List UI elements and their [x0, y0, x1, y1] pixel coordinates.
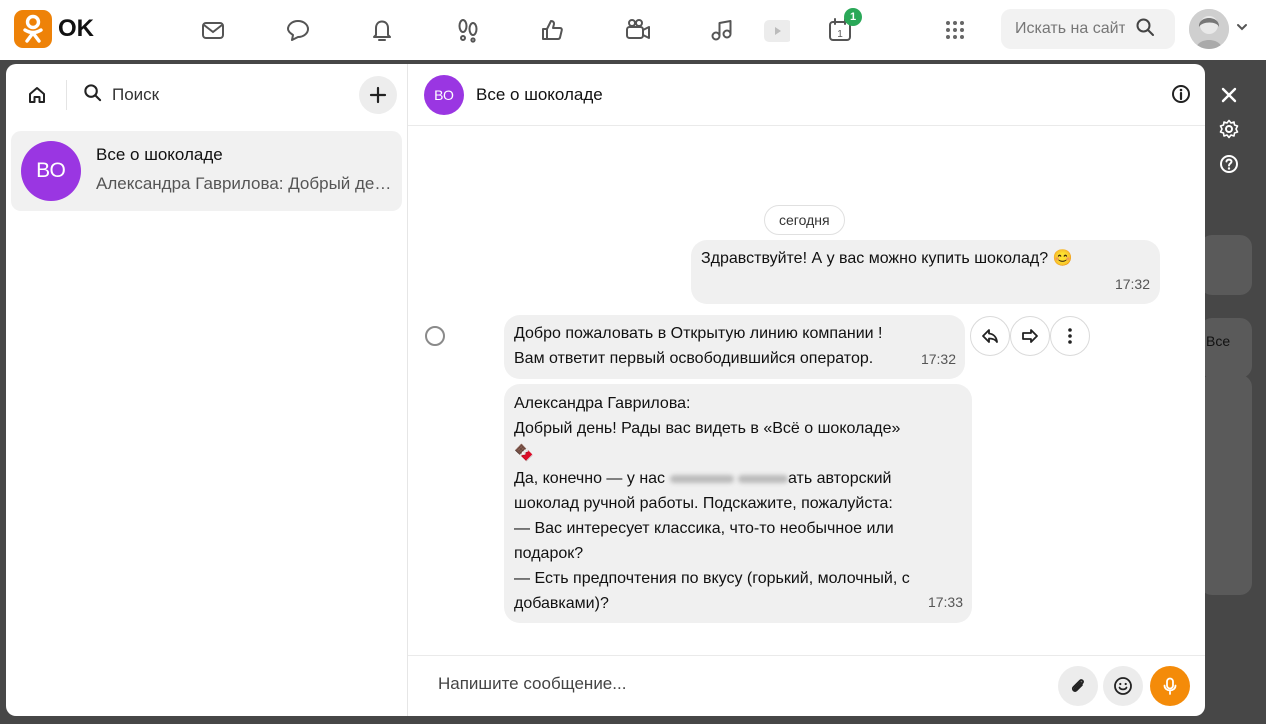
message-fragment: ать авторский [787, 470, 892, 487]
message-time: 17:33 [927, 594, 963, 610]
conversation-item[interactable]: ВО Все о шоколаде Александра Гаврилова: … [11, 131, 402, 211]
message-text: Здравствуйте! А у вас можно купить шокол… [701, 250, 1073, 267]
chat-avatar[interactable]: ВО [424, 74, 464, 115]
message-line: Добрый день! Рады вас видеть в «Всё о шо… [514, 420, 901, 437]
message-line: Добро пожаловать в Открытую линию компан… [514, 325, 883, 342]
top-navigation-bar: OK 1 1 [0, 0, 1284, 60]
message-line: шоколад ручной работы. Подскажите, пожал… [514, 491, 962, 516]
search-icon [83, 83, 102, 107]
message-author: Александра Гаврилова: [514, 395, 691, 412]
conversation-search-label: Поиск [112, 85, 160, 104]
video-play-icon[interactable] [760, 14, 792, 46]
more-vertical-icon [1068, 328, 1072, 344]
message-fragment: Подскажите, пожалуйста: [702, 495, 893, 512]
music-icon[interactable] [706, 14, 738, 46]
search-icon[interactable] [1135, 17, 1155, 42]
svg-text:1: 1 [837, 29, 843, 40]
incoming-message[interactable]: Добро пожаловать в Открытую линию компан… [504, 315, 965, 379]
conversation-list-header: Поиск [6, 64, 407, 126]
smile-icon [1114, 677, 1132, 695]
site-search-input[interactable] [1015, 20, 1125, 38]
discussions-icon[interactable] [282, 14, 314, 46]
message-fragment: Да, конечно — у нас [514, 470, 666, 487]
apps-grid-icon[interactable] [939, 14, 971, 46]
message-fragment: шоколад ручной работы. [514, 495, 699, 512]
message-input[interactable] [438, 674, 998, 694]
logo-text: OK [58, 15, 94, 42]
message-line: — Вас интересует классика, что-то необыч… [514, 520, 894, 537]
forward-icon [1022, 329, 1038, 343]
chat-header: ВО Все о шоколаде [408, 64, 1205, 126]
voice-message-button[interactable] [1150, 666, 1190, 706]
site-search[interactable] [1001, 9, 1175, 49]
paperclip-icon [1071, 679, 1084, 692]
help-icon[interactable] [1217, 152, 1241, 176]
more-options-button[interactable] [1050, 316, 1090, 356]
close-icon[interactable] [1217, 83, 1241, 107]
forward-button[interactable] [1010, 316, 1050, 356]
incoming-message[interactable]: Александра Гаврилова: Добрый день! Рады … [504, 384, 972, 623]
message-time: 17:32 [920, 351, 956, 367]
message-line: Вам ответит первый освободившийся операт… [514, 350, 874, 367]
blurred-text [737, 474, 788, 483]
chevron-down-icon[interactable] [1235, 20, 1249, 39]
message-line: Да, конечно — у нас ать авторский [514, 466, 962, 491]
guests-footprints-icon[interactable] [452, 14, 484, 46]
chat-title[interactable]: Все о шоколаде [476, 85, 603, 105]
select-message-radio[interactable] [425, 326, 445, 346]
chocolate-emoji: 🍫 [514, 445, 534, 462]
message-line: добавками)? [514, 595, 609, 612]
background-card [1200, 375, 1252, 595]
conversation-preview: Александра Гаврилова: Добрый день! Рады … [96, 174, 396, 193]
info-icon[interactable] [1171, 84, 1191, 109]
message-line: подарок? [514, 545, 584, 562]
conversation-list-panel: Поиск ВО Все о шоколаде Александра Гаври… [6, 64, 408, 716]
mail-icon[interactable] [197, 14, 229, 46]
scrollbar-track [1266, 60, 1284, 724]
likes-icon[interactable] [536, 14, 568, 46]
message-line: — Есть предпочтения по вкусу (горький, м… [514, 570, 910, 587]
ok-logo[interactable]: OK [14, 10, 94, 48]
calendar-icon[interactable]: 1 1 [824, 8, 862, 46]
divider [66, 80, 67, 110]
conversation-avatar: ВО [21, 141, 81, 201]
microphone-icon [1163, 677, 1177, 695]
reply-button[interactable] [970, 316, 1010, 356]
background-card [1200, 235, 1252, 295]
chat-panel: ВО Все о шоколаде сегодня Здравствуйте! … [408, 64, 1205, 716]
message-time: 17:32 [1114, 276, 1150, 292]
home-icon[interactable] [26, 84, 48, 106]
background-text: Все [1206, 333, 1231, 349]
conversation-search[interactable]: Поиск [83, 83, 159, 107]
conversation-title: Все о шоколаде [96, 145, 223, 164]
attach-button[interactable] [1058, 666, 1098, 706]
video-camera-icon[interactable] [622, 14, 654, 46]
ok-logo-icon [14, 10, 52, 48]
new-chat-button[interactable] [359, 76, 397, 114]
message-composer [408, 655, 1205, 716]
messenger-window: Поиск ВО Все о шоколаде Александра Гаври… [6, 64, 1205, 716]
calendar-badge: 1 [844, 8, 862, 26]
blurred-text [669, 474, 734, 483]
settings-gear-icon[interactable] [1217, 117, 1241, 141]
outgoing-message[interactable]: Здравствуйте! А у вас можно купить шокол… [691, 240, 1160, 304]
user-avatar[interactable] [1189, 9, 1229, 49]
reply-icon [982, 329, 998, 343]
emoji-button[interactable] [1103, 666, 1143, 706]
date-separator: сегодня [764, 205, 845, 235]
notifications-icon[interactable] [366, 14, 398, 46]
